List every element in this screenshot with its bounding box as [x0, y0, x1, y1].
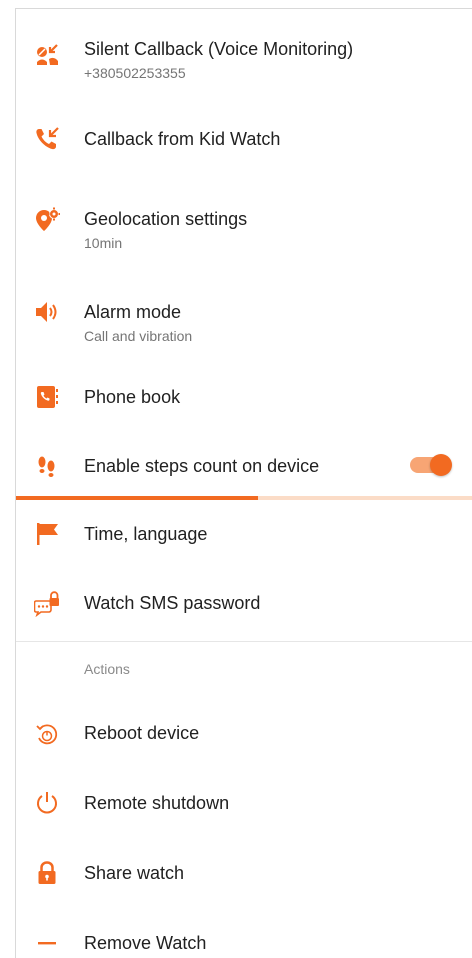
time-language-item[interactable]: Time, language: [16, 507, 472, 567]
alarm-mode-item[interactable]: Alarm mode Call and vibration: [16, 279, 472, 357]
progress-fill: [16, 496, 259, 500]
sms-password-title: Watch SMS password: [84, 593, 261, 613]
silent-callback-title: Silent Callback (Voice Monitoring): [84, 39, 354, 59]
silent-callback-item[interactable]: Silent Callback (Voice Monitoring) +3805…: [16, 9, 472, 87]
callback-title: Callback from Kid Watch: [84, 129, 281, 149]
power-icon: [34, 790, 60, 816]
remote-shutdown-title: Remote shutdown: [84, 793, 230, 813]
time-language-title: Time, language: [84, 524, 208, 544]
geolocation-settings-item[interactable]: Geolocation settings 10min: [16, 184, 472, 262]
reboot-device-item[interactable]: Reboot device: [16, 709, 472, 761]
flag-icon: [34, 521, 60, 547]
phone-book-title: Phone book: [84, 387, 181, 407]
phone-book-icon: [34, 384, 60, 410]
loading-progress-bar: [16, 496, 472, 500]
settings-list: Silent Callback (Voice Monitoring) +3805…: [15, 8, 472, 958]
minus-icon: [34, 930, 60, 956]
share-watch-title: Share watch: [84, 863, 185, 883]
sms-password-item[interactable]: Watch SMS password: [16, 575, 472, 635]
lock-icon: [34, 860, 60, 886]
callback-icon: [34, 126, 60, 152]
alarm-mode-title: Alarm mode: [84, 302, 182, 322]
geolocation-gear-icon: [34, 207, 60, 233]
toggle-knob: [430, 454, 452, 476]
reboot-icon: [34, 722, 60, 748]
geolocation-interval: 10min: [84, 235, 123, 251]
remove-watch-title: Remove Watch: [84, 933, 207, 953]
sms-lock-icon: [34, 591, 60, 617]
share-watch-item[interactable]: Share watch: [16, 849, 472, 901]
silent-callback-number: +380502253355: [84, 65, 186, 81]
steps-count-toggle[interactable]: [410, 454, 458, 476]
remote-shutdown-item[interactable]: Remote shutdown: [16, 779, 472, 831]
steps-count-item[interactable]: Enable steps count on device: [16, 444, 472, 492]
speaker-icon: [34, 299, 60, 325]
remove-watch-item[interactable]: Remove Watch: [16, 919, 472, 958]
footsteps-icon: [34, 454, 60, 480]
section-divider: [16, 641, 472, 642]
phone-book-item[interactable]: Phone book: [16, 371, 472, 431]
reboot-device-title: Reboot device: [84, 723, 200, 743]
geolocation-title: Geolocation settings: [84, 209, 248, 229]
silent-callback-icon: [34, 43, 60, 69]
alarm-mode-value: Call and vibration: [84, 328, 193, 344]
steps-count-title: Enable steps count on device: [84, 456, 320, 476]
callback-item[interactable]: Callback from Kid Watch: [16, 109, 472, 169]
actions-section-label: Actions: [84, 661, 130, 677]
